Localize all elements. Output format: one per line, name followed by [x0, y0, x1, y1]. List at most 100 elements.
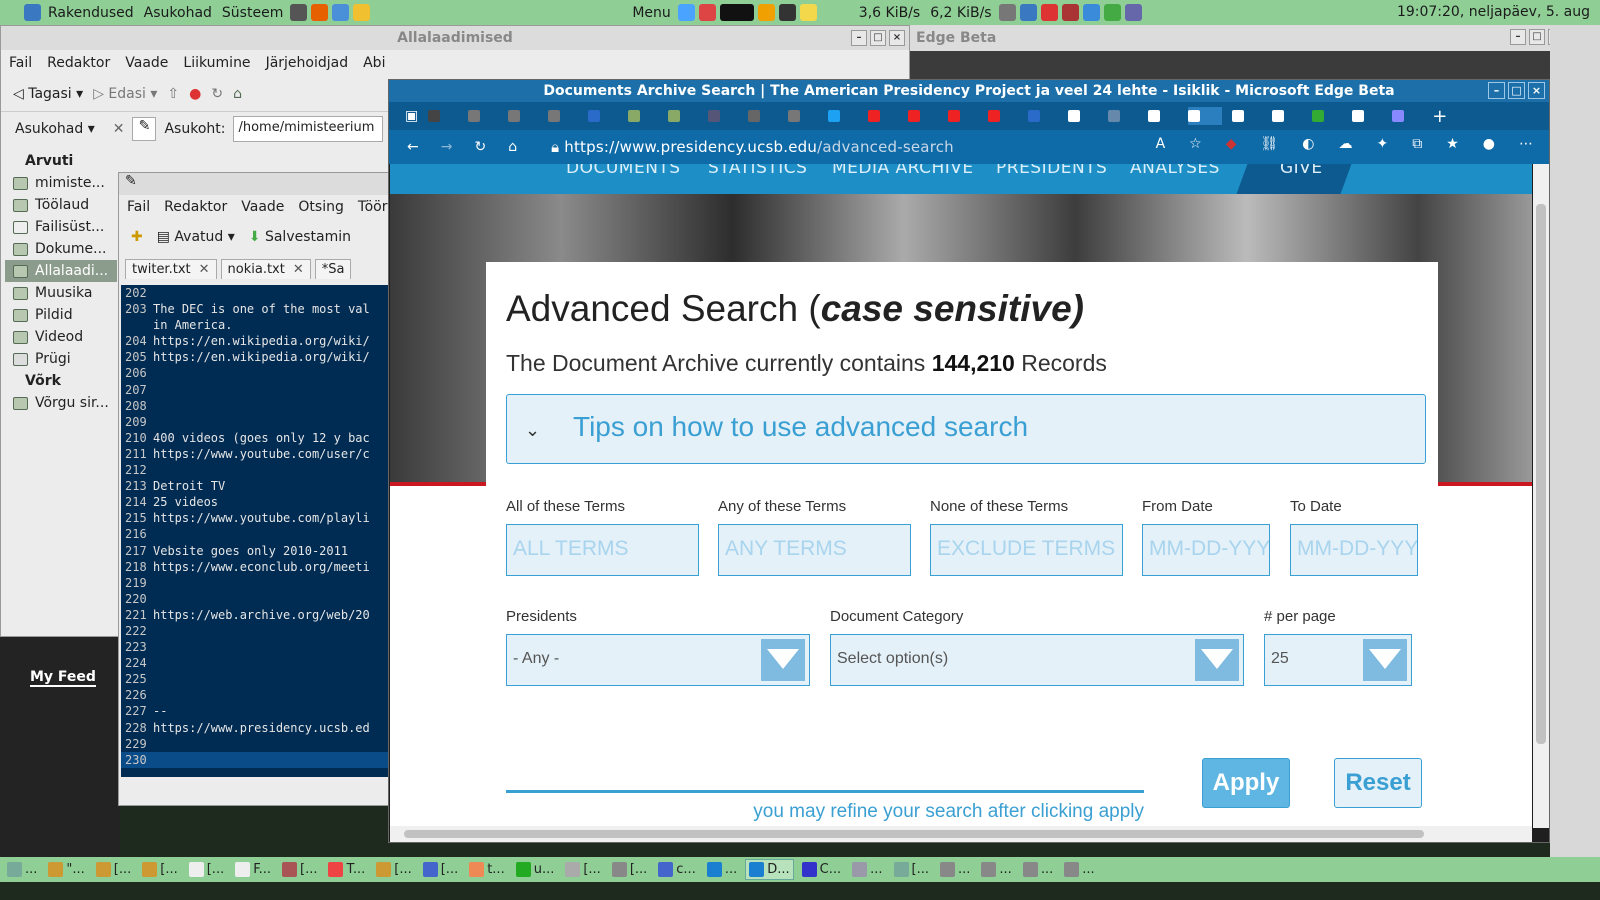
- editor-line[interactable]: 222: [121, 623, 389, 639]
- browser-tab[interactable]: [868, 107, 898, 125]
- taskbar-item[interactable]: ...: [937, 859, 973, 880]
- browser-tab[interactable]: [828, 107, 858, 125]
- browser-tab[interactable]: [748, 107, 778, 125]
- taskbar-item[interactable]: u...: [513, 859, 558, 880]
- terminal-icon[interactable]: [290, 4, 308, 21]
- address-bar[interactable]: 🔒︎ https://www.presidency.ucsb.edu/advan…: [551, 138, 954, 156]
- vertical-scrollbar[interactable]: [1533, 164, 1549, 828]
- text-editor-launcher-icon[interactable]: [353, 4, 371, 21]
- taskbar-item[interactable]: [...: [186, 859, 227, 880]
- editor-line[interactable]: 206: [121, 365, 389, 381]
- sidebar-item-trash[interactable]: Prügi: [5, 348, 117, 370]
- clock[interactable]: 19:07:20, neljapäev, 5. aug: [1397, 4, 1590, 20]
- profile-avatar[interactable]: ●: [1483, 136, 1495, 152]
- new-document-icon[interactable]: ✚: [131, 229, 143, 245]
- browser-tab[interactable]: [948, 107, 978, 125]
- editor-line[interactable]: 211 https://www.youtube.com/user/c: [121, 446, 389, 462]
- document-category-select[interactable]: Select option(s): [830, 634, 1244, 686]
- apply-button[interactable]: Apply: [1202, 758, 1290, 808]
- editor-menu-redaktor[interactable]: Redaktor: [164, 199, 227, 215]
- presidents-select[interactable]: - Any -: [506, 634, 810, 686]
- minimize-icon[interactable]: –: [1510, 29, 1526, 45]
- editor-line[interactable]: 204 https://en.wikipedia.org/wiki/: [121, 333, 389, 349]
- close-sidebar-icon[interactable]: ✕: [113, 121, 125, 137]
- sidebar-item-network[interactable]: Võrgu sir...: [5, 392, 117, 414]
- editor-line[interactable]: 228 https://www.presidency.ucsb.ed: [121, 720, 389, 736]
- menu-rakendused[interactable]: Rakendused: [48, 5, 134, 21]
- taskbar-item[interactable]: [...: [279, 859, 320, 880]
- editor-line[interactable]: 213 Detroit TV: [121, 478, 389, 494]
- editor-line[interactable]: 224: [121, 655, 389, 671]
- nav-documents[interactable]: DOCUMENTS: [566, 164, 681, 178]
- to-date-input[interactable]: MM-DD-YYY: [1290, 524, 1418, 576]
- browser-tab[interactable]: [1392, 107, 1422, 125]
- home-icon[interactable]: ⌂: [508, 139, 517, 155]
- taskbar-item[interactable]: c...: [655, 859, 699, 880]
- minimize-icon[interactable]: –: [851, 30, 867, 46]
- sidebar-item-filesystem[interactable]: Failisüst...: [5, 216, 117, 238]
- extensions-icon[interactable]: ✦: [1376, 136, 1388, 152]
- editor-line[interactable]: 218 https://www.econclub.org/meeti: [121, 559, 389, 575]
- browser-tab[interactable]: [548, 107, 578, 125]
- sidebar-item-desktop[interactable]: Töölaud: [5, 194, 117, 216]
- sidebar-item-pictures[interactable]: Pildid: [5, 304, 117, 326]
- nav-statistics[interactable]: STATISTICS: [708, 164, 807, 178]
- taskbar-item[interactable]: t...: [466, 859, 508, 880]
- taskbar-item[interactable]: [...: [139, 859, 180, 880]
- browser-tab[interactable]: [1028, 107, 1058, 125]
- editor-line[interactable]: 221 https://web.archive.org/web/20: [121, 607, 389, 623]
- browser-tab[interactable]: [788, 107, 818, 125]
- browser-tab[interactable]: [1272, 107, 1302, 125]
- editor-line[interactable]: 229: [121, 736, 389, 752]
- browser-tab[interactable]: [1148, 107, 1178, 125]
- browser-tab[interactable]: [1232, 107, 1262, 125]
- per-page-select[interactable]: 25: [1264, 634, 1412, 686]
- menu-susteem[interactable]: Süsteem: [222, 5, 283, 21]
- calendar-icon[interactable]: [1061, 4, 1079, 21]
- editor-line[interactable]: 203 The DEC is one of the most val: [121, 301, 389, 317]
- back-button[interactable]: ◁ Tagasi ▾: [13, 86, 83, 102]
- browser-tab[interactable]: [628, 107, 658, 125]
- taskbar-item[interactable]: T...: [325, 859, 368, 880]
- browser-tab[interactable]: [1108, 107, 1138, 125]
- editor-menu-otsing[interactable]: Otsing: [298, 199, 343, 215]
- browser-tab[interactable]: [588, 107, 618, 125]
- nav-presidents[interactable]: PRESIDENTS: [996, 164, 1107, 178]
- minimize-icon[interactable]: –: [1488, 82, 1505, 99]
- vertical-scroll-thumb[interactable]: [1536, 204, 1546, 744]
- weather-icon[interactable]: [757, 4, 775, 21]
- distro-logo-icon[interactable]: [24, 4, 41, 21]
- sidebar-item-downloads[interactable]: Allalaadi...: [5, 260, 117, 282]
- save-button[interactable]: ⬇ Salvestamin: [249, 229, 351, 245]
- menu-fail[interactable]: Fail: [9, 55, 32, 71]
- editor-line[interactable]: 226: [121, 687, 389, 703]
- favorites-icon[interactable]: ★: [1446, 136, 1459, 152]
- more-menu-icon[interactable]: ⋯: [1519, 136, 1533, 152]
- editor-line[interactable]: 210 400 videos (goes only 12 y bac: [121, 430, 389, 446]
- file-manager-titlebar[interactable]: Allalaadimised – □ ×: [1, 26, 909, 50]
- editor-line[interactable]: 205 https://en.wikipedia.org/wiki/: [121, 349, 389, 365]
- taskbar-item[interactable]: ...: [704, 859, 740, 880]
- close-icon[interactable]: ×: [1528, 82, 1545, 99]
- editor-line[interactable]: 215 https://www.youtube.com/playli: [121, 510, 389, 526]
- editor-line[interactable]: 217 Vebsite goes only 2010-2011: [121, 543, 389, 559]
- browser-tab[interactable]: [428, 107, 458, 125]
- search-icon[interactable]: [778, 4, 796, 21]
- editor-text-area[interactable]: 202 203 The DEC is one of the most val in A…: [121, 285, 389, 777]
- thunderbird-icon[interactable]: [332, 4, 350, 21]
- up-icon[interactable]: ⇧: [167, 86, 179, 102]
- back-icon[interactable]: ←: [407, 139, 419, 155]
- nav-analyses[interactable]: ANALYSES: [1130, 164, 1220, 178]
- taskbar-item[interactable]: [...: [93, 859, 134, 880]
- collections-icon[interactable]: ⧉: [1412, 136, 1422, 152]
- menu-button[interactable]: Menu: [632, 5, 670, 21]
- firefox-icon[interactable]: [311, 4, 329, 21]
- tab-actions-icon[interactable]: ▣: [405, 108, 418, 124]
- taskbar-item[interactable]: F...: [232, 859, 274, 880]
- editor-line[interactable]: 209: [121, 414, 389, 430]
- tab-twiter[interactable]: twiter.txt ✕: [125, 259, 217, 279]
- editor-line[interactable]: in America.: [121, 317, 389, 333]
- taskbar-item[interactable]: ...: [1061, 859, 1097, 880]
- edit-location-icon[interactable]: ✎: [132, 117, 157, 141]
- browser-tab[interactable]: [988, 107, 1018, 125]
